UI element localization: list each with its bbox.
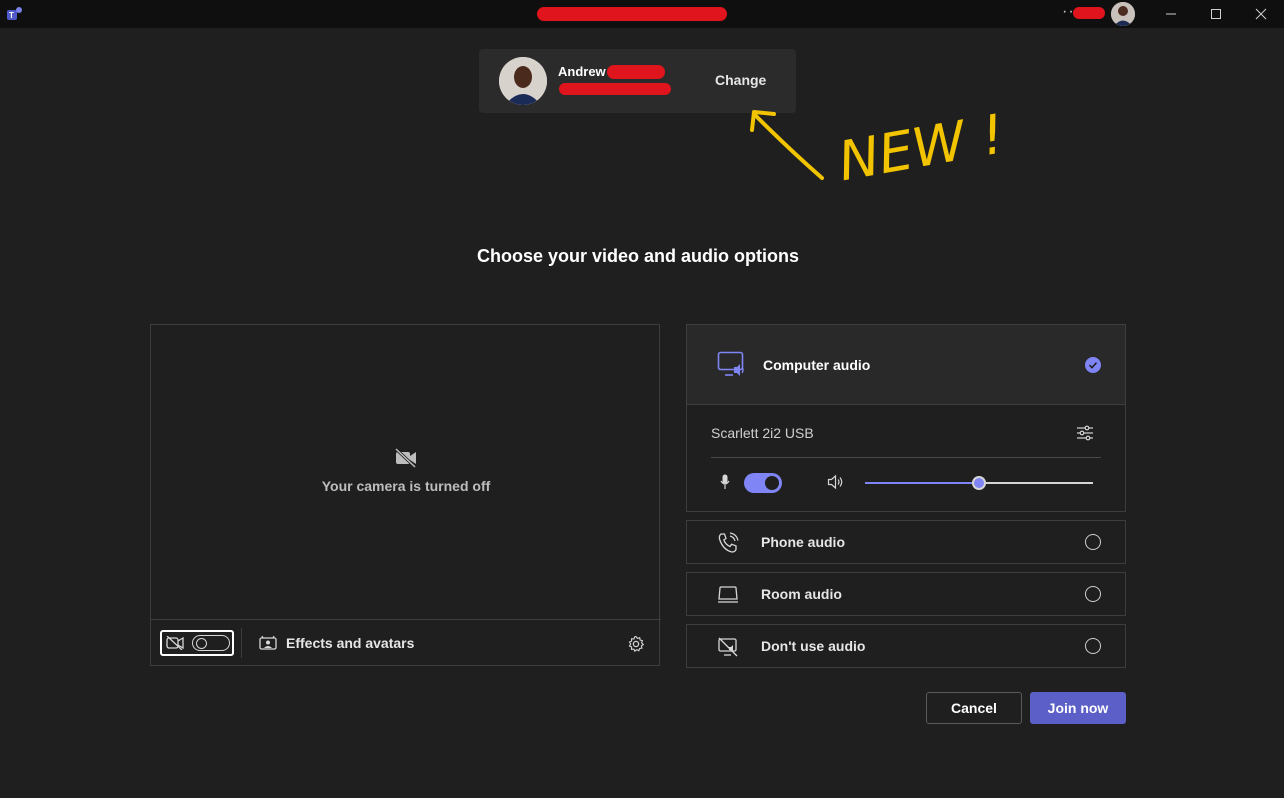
phone-audio-label: Phone audio [761,534,845,550]
no-audio-label: Don't use audio [761,638,866,654]
camera-off-text: Your camera is turned off [321,478,491,494]
avatar-image [1111,2,1135,26]
speaker-icon [827,474,843,490]
room-audio-radio[interactable] [1085,586,1101,602]
phone-audio-radio[interactable] [1085,534,1101,550]
annotation-text: NEW ! [834,102,1000,190]
video-off-icon [166,636,184,650]
email-redaction [559,83,671,95]
room-icon [718,586,738,603]
profile-avatar[interactable] [1111,2,1135,26]
footer-divider [241,628,242,658]
room-audio-label: Room audio [761,586,842,602]
selected-check-icon [1085,357,1101,373]
cancel-button[interactable]: Cancel [926,692,1022,724]
phone-audio-option[interactable]: Phone audio [686,520,1126,564]
phone-icon [718,532,739,553]
page-heading: Choose your video and audio options [476,246,799,266]
new-annotation: NEW ! [750,102,1000,190]
microphone-toggle[interactable] [744,473,782,493]
no-audio-icon [718,637,738,657]
profile-redaction [1073,7,1105,19]
minimize-button[interactable] [1148,0,1194,28]
join-now-button[interactable]: Join now [1030,692,1126,724]
maximize-icon [1211,9,1221,19]
volume-slider[interactable] [865,476,1093,490]
annotation-arrow [754,114,824,180]
volume-slider-fill [865,482,979,484]
volume-slider-thumb[interactable] [972,476,986,490]
effects-icon [259,635,277,650]
device-settings-gear-icon[interactable] [627,635,645,653]
audio-device-name[interactable]: Scarlett 2i2 USB [711,425,814,441]
microphone-toggle-knob [765,476,779,490]
name-redaction [607,65,665,79]
device-divider [711,457,1101,458]
microphone-icon [720,474,730,489]
audio-settings-sliders-icon[interactable] [1076,425,1094,441]
camera-switch[interactable] [192,635,230,651]
effects-label: Effects and avatars [286,635,415,651]
close-icon [1255,8,1267,20]
camera-toggle[interactable] [160,630,234,656]
video-controls: Effects and avatars [151,619,661,666]
camera-switch-knob [196,638,207,649]
account-avatar [499,57,547,105]
room-audio-option[interactable]: Room audio [686,572,1126,616]
teams-logo-icon: T [7,7,22,20]
camera-off-icon [394,447,417,469]
change-account-button[interactable]: Change [715,72,766,88]
computer-audio-icon [717,351,744,376]
minimize-icon [1166,13,1176,15]
computer-audio-header[interactable]: Computer audio [687,325,1125,405]
title-bar: T ··· [0,0,1284,28]
title-redaction [537,7,727,21]
avatar-image [499,57,547,105]
no-audio-option[interactable]: Don't use audio [686,624,1126,668]
close-button[interactable] [1238,0,1284,28]
video-preview-panel: Your camera is turned off Effects and av… [150,324,661,666]
svg-text:T: T [9,11,14,20]
computer-audio-label: Computer audio [763,357,871,373]
maximize-button[interactable] [1193,0,1239,28]
no-audio-radio[interactable] [1085,638,1101,654]
computer-audio-option[interactable]: Computer audio Scarlett 2i2 USB [686,324,1126,512]
